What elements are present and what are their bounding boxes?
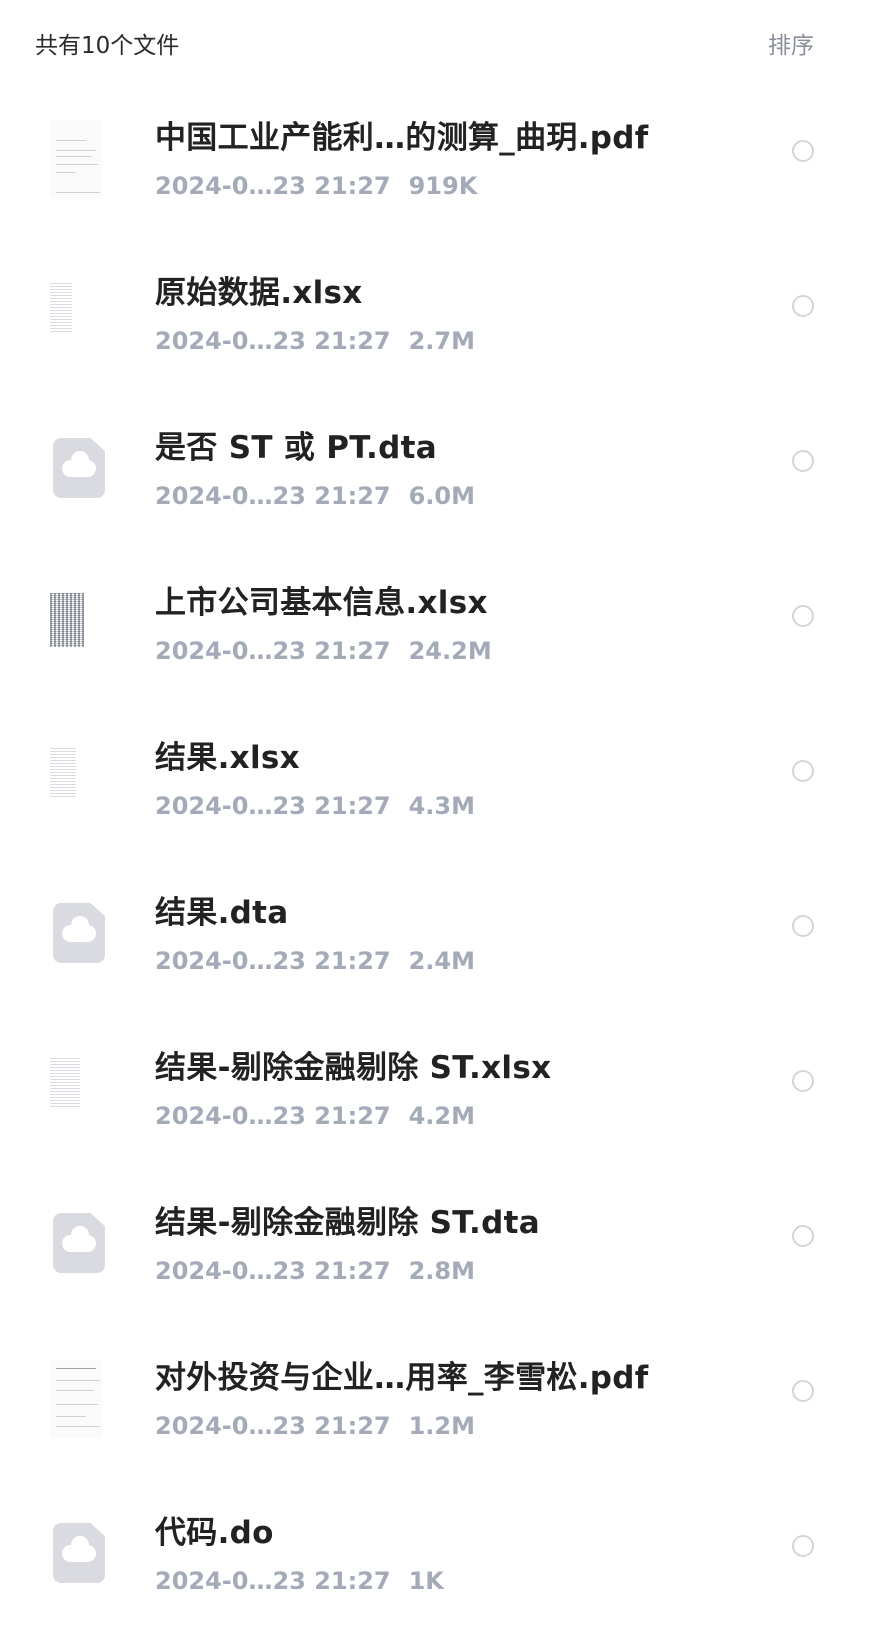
- file-meta: 2024-0…23 21:27 24.2M: [155, 637, 492, 665]
- spreadsheet-thumbnail-icon: [50, 1058, 80, 1108]
- file-count-label: 共有10个文件: [35, 33, 180, 59]
- pdf-thumbnail-icon: [50, 1360, 102, 1438]
- select-radio[interactable]: [792, 760, 814, 782]
- file-list-header: 共有10个文件 排序: [0, 0, 887, 90]
- file-size: 4.2M: [408, 1102, 476, 1130]
- file-name: 结果.xlsx: [155, 740, 300, 776]
- pdf-thumbnail-icon: [50, 120, 102, 198]
- file-meta: 2024-0…23 21:27 2.8M: [155, 1257, 475, 1285]
- file-row[interactable]: 结果-剔除金融剔除 ST.dta 2024-0…23 21:27 2.8M: [0, 1175, 887, 1330]
- file-date: 2024-0…23 21:27: [155, 482, 391, 510]
- file-date: 2024-0…23 21:27: [155, 1102, 391, 1130]
- file-row[interactable]: 结果.xlsx 2024-0…23 21:27 4.3M: [0, 710, 887, 865]
- file-size: 1K: [408, 1567, 444, 1595]
- file-size: 6.0M: [408, 482, 476, 510]
- select-radio[interactable]: [792, 1225, 814, 1247]
- spreadsheet-thumbnail-icon: [50, 748, 76, 798]
- file-row[interactable]: 上市公司基本信息.xlsx 2024-0…23 21:27 24.2M: [0, 555, 887, 710]
- spreadsheet-thumbnail-icon: [50, 593, 84, 647]
- file-size: 4.3M: [408, 792, 476, 820]
- file-name: 原始数据.xlsx: [155, 275, 363, 311]
- file-name: 结果.dta: [155, 895, 289, 931]
- select-radio[interactable]: [792, 450, 814, 472]
- select-radio[interactable]: [792, 605, 814, 627]
- file-meta: 2024-0…23 21:27 4.3M: [155, 792, 475, 820]
- file-name: 结果-剔除金融剔除 ST.dta: [155, 1205, 540, 1241]
- file-name: 对外投资与企业…用率_李雪松.pdf: [155, 1360, 649, 1396]
- cloud-file-icon: [53, 903, 105, 963]
- file-name: 上市公司基本信息.xlsx: [155, 585, 488, 621]
- select-radio[interactable]: [792, 915, 814, 937]
- file-date: 2024-0…23 21:27: [155, 947, 391, 975]
- spreadsheet-thumbnail-icon: [50, 283, 72, 333]
- file-meta: 2024-0…23 21:27 919K: [155, 172, 477, 200]
- cloud-file-icon: [53, 1523, 105, 1583]
- file-row[interactable]: 结果.dta 2024-0…23 21:27 2.4M: [0, 865, 887, 1020]
- file-list: 中国工业产能利…的测算_曲玥.pdf 2024-0…23 21:27 919K 原…: [0, 90, 887, 1640]
- file-date: 2024-0…23 21:27: [155, 792, 391, 820]
- sort-button[interactable]: 排序: [768, 26, 814, 60]
- file-size: 919K: [408, 172, 478, 200]
- file-date: 2024-0…23 21:27: [155, 1567, 391, 1595]
- select-radio[interactable]: [792, 1070, 814, 1092]
- file-size: 2.4M: [408, 947, 476, 975]
- file-name: 中国工业产能利…的测算_曲玥.pdf: [155, 120, 649, 156]
- file-meta: 2024-0…23 21:27 2.4M: [155, 947, 475, 975]
- file-name: 是否 ST 或 PT.dta: [155, 430, 437, 466]
- file-meta: 2024-0…23 21:27 2.7M: [155, 327, 475, 355]
- file-row[interactable]: 结果-剔除金融剔除 ST.xlsx 2024-0…23 21:27 4.2M: [0, 1020, 887, 1175]
- file-row[interactable]: 对外投资与企业…用率_李雪松.pdf 2024-0…23 21:27 1.2M: [0, 1330, 887, 1485]
- file-meta: 2024-0…23 21:27 1.2M: [155, 1412, 475, 1440]
- file-size: 24.2M: [408, 637, 492, 665]
- select-radio[interactable]: [792, 295, 814, 317]
- file-date: 2024-0…23 21:27: [155, 172, 391, 200]
- file-row[interactable]: 原始数据.xlsx 2024-0…23 21:27 2.7M: [0, 245, 887, 400]
- file-date: 2024-0…23 21:27: [155, 327, 391, 355]
- file-size: 2.8M: [408, 1257, 476, 1285]
- file-meta: 2024-0…23 21:27 4.2M: [155, 1102, 475, 1130]
- file-date: 2024-0…23 21:27: [155, 637, 391, 665]
- file-row[interactable]: 是否 ST 或 PT.dta 2024-0…23 21:27 6.0M: [0, 400, 887, 555]
- file-row[interactable]: 中国工业产能利…的测算_曲玥.pdf 2024-0…23 21:27 919K: [0, 90, 887, 245]
- file-name: 代码.do: [155, 1515, 274, 1551]
- cloud-file-icon: [53, 438, 105, 498]
- file-meta: 2024-0…23 21:27 1K: [155, 1567, 444, 1595]
- file-size: 1.2M: [408, 1412, 476, 1440]
- cloud-file-icon: [53, 1213, 105, 1273]
- file-date: 2024-0…23 21:27: [155, 1412, 391, 1440]
- select-radio[interactable]: [792, 1535, 814, 1557]
- file-name: 结果-剔除金融剔除 ST.xlsx: [155, 1050, 552, 1086]
- file-size: 2.7M: [408, 327, 476, 355]
- select-radio[interactable]: [792, 1380, 814, 1402]
- file-meta: 2024-0…23 21:27 6.0M: [155, 482, 475, 510]
- file-date: 2024-0…23 21:27: [155, 1257, 391, 1285]
- select-radio[interactable]: [792, 140, 814, 162]
- file-row[interactable]: 代码.do 2024-0…23 21:27 1K: [0, 1485, 887, 1640]
